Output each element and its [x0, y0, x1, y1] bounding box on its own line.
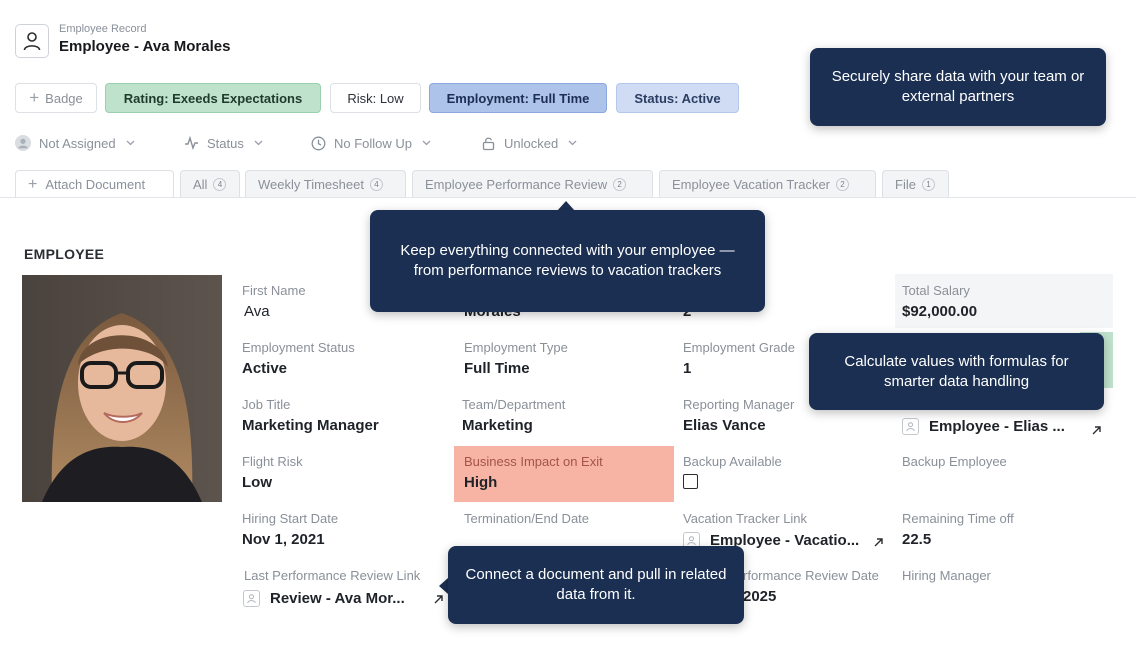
- team-value[interactable]: Marketing: [462, 417, 533, 434]
- tab-weekly-timesheet[interactable]: Weekly Timesheet 4: [245, 170, 406, 198]
- record-title: Employee - Ava Morales: [59, 38, 231, 55]
- open-link-arrow-icon[interactable]: [433, 592, 444, 610]
- tooltip-connected: Keep everything connected with your empl…: [370, 210, 765, 312]
- termination-label: Termination/End Date: [464, 511, 590, 526]
- plus-icon: +: [28, 175, 38, 193]
- status-dropdown[interactable]: Status: [184, 134, 263, 152]
- employment-status-value[interactable]: Active: [242, 360, 287, 377]
- chevron-down-icon: [126, 140, 135, 146]
- flight-risk-label: Flight Risk: [242, 454, 303, 469]
- last-review-link-text: Review - Ava Mor...: [270, 590, 405, 607]
- risk-badge[interactable]: Risk: Low: [330, 83, 421, 113]
- record-link-icon: [243, 590, 260, 607]
- employment-status-label: Employment Status: [242, 340, 355, 355]
- business-impact-label: Business Impact on Exit: [464, 454, 603, 469]
- manager-record-link-text: Employee - Elias ...: [929, 418, 1065, 435]
- follow-up-label: No Follow Up: [334, 135, 413, 151]
- review-date-label: rformance Review Date: [743, 568, 879, 583]
- assignee-dropdown[interactable]: Not Assigned: [15, 134, 135, 152]
- backup-employee-label: Backup Employee: [902, 454, 1007, 469]
- status-badge[interactable]: Status: Active: [616, 83, 739, 113]
- total-salary-label: Total Salary: [902, 283, 970, 298]
- job-title-label: Job Title: [242, 397, 291, 412]
- tab-employee-vacation-tracker[interactable]: Employee Vacation Tracker 2: [659, 170, 876, 198]
- vacation-link-label: Vacation Tracker Link: [683, 511, 808, 526]
- employment-grade-value[interactable]: 1: [683, 360, 691, 377]
- review-date-value[interactable]: 2025: [743, 588, 776, 605]
- tab-file[interactable]: File 1: [882, 170, 949, 198]
- add-badge-button[interactable]: + Badge: [15, 83, 97, 113]
- chevron-down-icon: [422, 140, 431, 146]
- team-label: Team/Department: [462, 397, 566, 412]
- hiring-manager-label: Hiring Manager: [902, 568, 991, 583]
- avatar-icon: [15, 135, 31, 151]
- remaining-time-value[interactable]: 22.5: [902, 531, 931, 548]
- tab-employee-performance-review[interactable]: Employee Performance Review 2: [412, 170, 653, 198]
- total-salary-value[interactable]: $92,000.00: [902, 303, 977, 320]
- first-name-label: First Name: [242, 283, 306, 298]
- reporting-manager-label: Reporting Manager: [683, 397, 795, 412]
- tab-divider: [0, 197, 1136, 198]
- plus-icon: +: [29, 88, 40, 107]
- last-review-link-label: Last Performance Review Link: [244, 568, 421, 583]
- chevron-down-icon: [568, 140, 577, 146]
- tab-count: 4: [213, 178, 227, 191]
- open-link-arrow-icon[interactable]: [873, 535, 884, 553]
- record-subtitle: Employee Record: [59, 23, 147, 35]
- chevron-down-icon: [254, 140, 263, 146]
- status-label: Status: [207, 135, 244, 151]
- tab-label: Weekly Timesheet: [258, 177, 364, 192]
- record-link-icon: [902, 418, 919, 435]
- follow-up-dropdown[interactable]: No Follow Up: [311, 134, 431, 152]
- tab-all[interactable]: All 4: [180, 170, 240, 198]
- tab-count: 4: [369, 178, 383, 191]
- activity-icon: [184, 136, 199, 150]
- tab-label: Employee Performance Review: [425, 177, 608, 192]
- flight-risk-value[interactable]: Low: [242, 474, 272, 491]
- manager-record-link[interactable]: Employee - Elias ...: [902, 418, 1065, 435]
- lock-label: Unlocked: [504, 135, 559, 151]
- business-impact-value[interactable]: High: [464, 474, 497, 491]
- tab-label: Employee Vacation Tracker: [672, 177, 830, 192]
- first-name-value[interactable]: Ava: [244, 303, 270, 320]
- backup-available-checkbox[interactable]: [683, 474, 698, 489]
- last-review-link[interactable]: Review - Ava Mor...: [243, 590, 405, 607]
- clock-icon: [311, 136, 326, 151]
- section-title: EMPLOYEE: [24, 246, 105, 262]
- attach-document-button[interactable]: + Attach Document: [15, 170, 174, 198]
- job-title-value[interactable]: Marketing Manager: [242, 417, 379, 434]
- tooltip-pointer: [439, 578, 448, 594]
- tooltip-formulas: Calculate values with formulas for smart…: [809, 333, 1104, 410]
- employment-grade-label: Employment Grade: [683, 340, 795, 355]
- tooltip-share: Securely share data with your team or ex…: [810, 48, 1106, 126]
- lock-dropdown[interactable]: Unlocked: [481, 134, 577, 152]
- tab-count: 2: [613, 178, 627, 191]
- record-type-icon: [15, 24, 49, 58]
- hiring-start-value[interactable]: Nov 1, 2021: [242, 531, 325, 548]
- employment-badge[interactable]: Employment: Full Time: [429, 83, 607, 113]
- employment-type-label: Employment Type: [464, 340, 568, 355]
- tab-label: Attach Document: [45, 177, 146, 192]
- reporting-manager-value[interactable]: Elias Vance: [683, 417, 766, 434]
- user-icon: [23, 32, 41, 51]
- tab-count: 1: [921, 178, 935, 191]
- tooltip-document: Connect a document and pull in related d…: [448, 546, 744, 624]
- remaining-time-label: Remaining Time off: [902, 511, 1014, 526]
- rating-badge[interactable]: Rating: Exeeds Expectations: [105, 83, 321, 113]
- tab-label: File: [895, 177, 916, 192]
- hiring-start-label: Hiring Start Date: [242, 511, 339, 526]
- employee-photo: [22, 275, 222, 502]
- unlock-icon: [481, 136, 496, 151]
- assignee-label: Not Assigned: [39, 135, 116, 151]
- tab-count: 2: [836, 178, 849, 191]
- open-link-arrow-icon[interactable]: [1091, 423, 1102, 441]
- add-badge-label: Badge: [45, 90, 83, 106]
- backup-available-label: Backup Available: [683, 454, 782, 469]
- employment-type-value[interactable]: Full Time: [464, 360, 530, 377]
- tab-label: All: [193, 177, 208, 192]
